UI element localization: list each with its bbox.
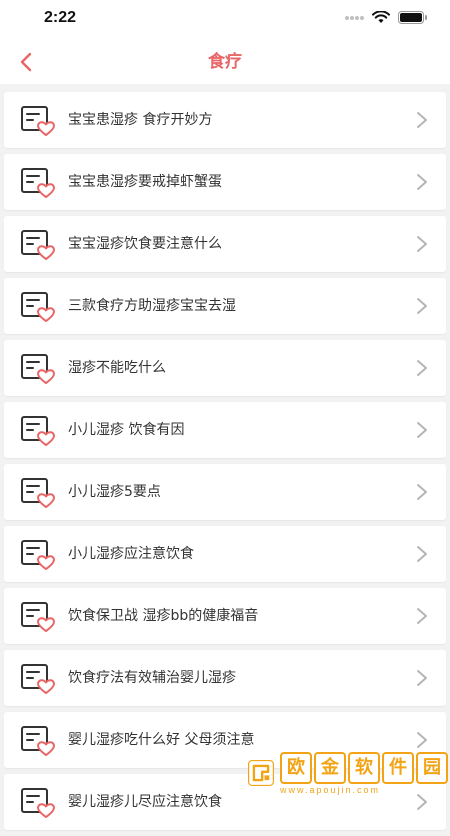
list-item-8[interactable]: 小儿湿疹应注意饮食 — [4, 526, 446, 582]
list-item-label: 小儿湿疹应注意饮食 — [68, 546, 194, 562]
chevron-right-icon — [417, 298, 427, 314]
article-heart-icon — [21, 602, 55, 632]
chevron-right-icon — [417, 732, 427, 748]
article-heart-icon — [21, 106, 55, 136]
list-item-label: 小儿湿疹 饮食有因 — [68, 422, 185, 438]
chevron-right-icon — [417, 236, 427, 252]
wifi-icon — [372, 11, 390, 23]
cellular-signal-icon — [345, 15, 364, 20]
list-item-7[interactable]: 小儿湿疹5要点 — [4, 464, 446, 520]
list-item-label: 小儿湿疹5要点 — [68, 484, 161, 500]
article-heart-icon — [21, 540, 55, 570]
list-item-label: 饮食保卫战 湿疹bb的健康福音 — [68, 608, 259, 624]
list-item-label: 宝宝患湿疹要戒掉虾蟹蛋 — [68, 174, 222, 190]
list-item-3[interactable]: 宝宝湿疹饮食要注意什么 — [4, 216, 446, 272]
article-heart-icon — [21, 168, 55, 198]
list-item-label: 湿疹不能吃什么 — [68, 360, 166, 376]
article-heart-icon — [21, 478, 55, 508]
article-heart-icon — [21, 230, 55, 260]
back-button[interactable] — [8, 44, 44, 80]
battery-icon — [398, 11, 427, 24]
article-list: 宝宝患湿疹 食疗开妙方 宝宝患湿疹要戒掉虾蟹蛋 宝宝湿疹饮食要注意什么 三款食疗… — [0, 92, 450, 836]
list-item-6[interactable]: 小儿湿疹 饮食有因 — [4, 402, 446, 458]
list-item-label: 饮食疗法有效辅治婴儿湿疹 — [68, 670, 236, 686]
list-item-label: 婴儿湿疹儿尽应注意饮食 — [68, 794, 222, 810]
chevron-right-icon — [417, 794, 427, 810]
article-heart-icon — [21, 416, 55, 446]
list-item-2[interactable]: 宝宝患湿疹要戒掉虾蟹蛋 — [4, 154, 446, 210]
status-indicators — [344, 11, 428, 24]
list-item-10[interactable]: 饮食疗法有效辅治婴儿湿疹 — [4, 650, 446, 706]
article-heart-icon — [21, 354, 55, 384]
navigation-bar: 食疗 — [0, 40, 450, 84]
page-title: 食疗 — [208, 52, 242, 72]
list-item-11[interactable]: 婴儿湿疹吃什么好 父母须注意 — [4, 712, 446, 768]
list-item-label: 宝宝患湿疹 食疗开妙方 — [68, 112, 213, 128]
chevron-right-icon — [417, 174, 427, 190]
status-bar: 2:22 — [0, 0, 450, 40]
article-heart-icon — [21, 788, 55, 818]
list-item-9[interactable]: 饮食保卫战 湿疹bb的健康福音 — [4, 588, 446, 644]
list-item-12[interactable]: 婴儿湿疹儿尽应注意饮食 — [4, 774, 446, 830]
chevron-left-icon — [20, 52, 32, 72]
list-item-1[interactable]: 宝宝患湿疹 食疗开妙方 — [4, 92, 446, 148]
chevron-right-icon — [417, 484, 427, 500]
chevron-right-icon — [417, 422, 427, 438]
list-item-label: 三款食疗方助湿疹宝宝去湿 — [68, 298, 236, 314]
chevron-right-icon — [417, 112, 427, 128]
list-item-label: 婴儿湿疹吃什么好 父母须注意 — [68, 732, 255, 748]
chevron-right-icon — [417, 608, 427, 624]
article-heart-icon — [21, 726, 55, 756]
status-time: 2:22 — [44, 9, 77, 26]
chevron-right-icon — [417, 360, 427, 376]
list-item-label: 宝宝湿疹饮食要注意什么 — [68, 236, 222, 252]
chevron-right-icon — [417, 670, 427, 686]
list-item-4[interactable]: 三款食疗方助湿疹宝宝去湿 — [4, 278, 446, 334]
article-heart-icon — [21, 292, 55, 322]
chevron-right-icon — [417, 546, 427, 562]
list-item-5[interactable]: 湿疹不能吃什么 — [4, 340, 446, 396]
article-heart-icon — [21, 664, 55, 694]
